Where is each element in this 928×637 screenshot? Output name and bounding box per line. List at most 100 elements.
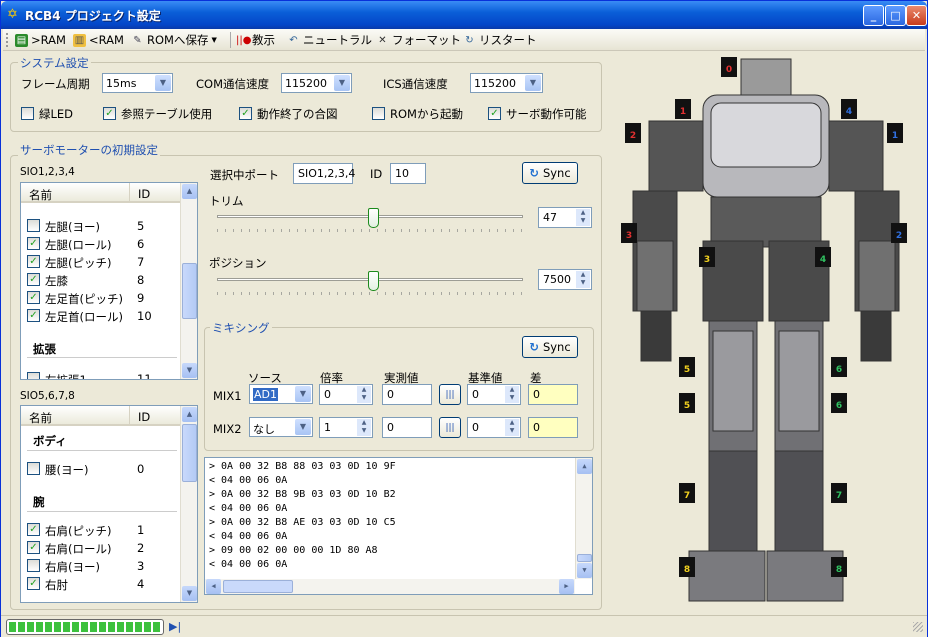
checkbox[interactable]	[27, 462, 40, 475]
slider-thumb[interactable]	[368, 208, 380, 228]
sio5-servo-list[interactable]: 名前 ID ボディ 腰(ヨー) 0 腕 ✓ 右肩(ピッチ) 1 ✓ 右肩(ロール…	[20, 405, 198, 603]
scroll-up-icon[interactable]: ▲	[577, 459, 592, 474]
format-button[interactable]: ✕ フォーマット	[376, 32, 461, 48]
mixing-sync-button[interactable]: ↻ Sync	[522, 336, 578, 358]
scroll-left-icon[interactable]: ◀	[206, 579, 221, 594]
close-button[interactable]: ✕	[906, 5, 927, 26]
scroll-down-icon[interactable]: ▼	[577, 563, 592, 578]
port-field[interactable]: SIO1,2,3,4	[293, 163, 355, 184]
servo-id-badge[interactable]: 5	[679, 393, 695, 413]
title-bar[interactable]: ✡ RCB4 プロジェクト設定 _ □ ✕	[1, 1, 927, 29]
checkbox[interactable]	[27, 372, 40, 379]
checkbox[interactable]: ✓	[239, 107, 252, 120]
spinner-arrows-icon[interactable]: ▲ ▼	[576, 271, 590, 288]
spinner-arrows-icon[interactable]: ▲ ▼	[505, 386, 519, 403]
com-speed-select[interactable]: 115200 ▼	[281, 73, 352, 93]
list2-scrollbar[interactable]: ▲ ▼	[180, 406, 197, 602]
measure-button[interactable]: |||	[439, 417, 461, 438]
ics-speed-select[interactable]: 115200 ▼	[470, 73, 543, 93]
resize-grip[interactable]	[913, 622, 923, 632]
mix-source-select[interactable]: なし ▼	[249, 417, 313, 437]
mix-measured-field[interactable]: 0	[382, 417, 432, 438]
list-item[interactable]: 左腿(ヨー) 5	[21, 217, 181, 235]
minimize-button[interactable]: _	[863, 5, 884, 26]
mix-base-spinner[interactable]: 0 ▲ ▼	[467, 417, 521, 438]
servo-id-badge[interactable]: 3	[621, 223, 637, 243]
mix-rate-spinner[interactable]: 0 ▲ ▼	[319, 384, 373, 405]
log-vscrollbar[interactable]: ▲ ▼	[575, 458, 592, 579]
servo-id-badge[interactable]: 0	[721, 57, 737, 77]
scroll-up-icon[interactable]: ▲	[182, 407, 197, 422]
play-icon[interactable]: ▶|	[169, 620, 181, 633]
servo-id-badge[interactable]: 7	[679, 483, 695, 503]
toolbar-grip[interactable]	[6, 33, 9, 47]
trim-slider[interactable]	[217, 208, 523, 234]
checkbox[interactable]: ✓	[488, 107, 501, 120]
position-slider[interactable]	[217, 271, 523, 297]
communication-log[interactable]: > 0A 00 32 B8 88 03 03 0D 10 9F < 04 00 0…	[204, 457, 593, 595]
scroll-thumb[interactable]	[223, 580, 293, 593]
id-field[interactable]: 10	[390, 163, 426, 184]
servo-id-badge[interactable]: 2	[891, 223, 907, 243]
servo-id-badge[interactable]: 2	[625, 123, 641, 143]
maximize-button[interactable]: □	[885, 5, 906, 26]
log-hscrollbar[interactable]: ◀ ▶	[205, 579, 575, 594]
frame-period-select[interactable]: 15ms ▼	[102, 73, 173, 93]
list-item[interactable]: 腰(ヨー) 0	[21, 460, 181, 478]
servo-id-badge[interactable]: 6	[831, 357, 847, 377]
measure-button[interactable]: |||	[439, 384, 461, 405]
list-item[interactable]: ✓ 右肘 4	[21, 575, 181, 593]
list-item[interactable]: 左拡張1 11	[21, 370, 181, 379]
column-id[interactable]: ID	[138, 410, 150, 424]
servo-id-badge[interactable]: 7	[831, 483, 847, 503]
checkbox[interactable]	[27, 219, 40, 232]
checkbox[interactable]: ✓	[27, 273, 40, 286]
spinner-arrows-icon[interactable]: ▲ ▼	[357, 419, 371, 436]
scroll-thumb[interactable]	[577, 554, 592, 562]
scroll-up-icon[interactable]: ▲	[182, 184, 197, 199]
spinner-arrows-icon[interactable]: ▲ ▼	[357, 386, 371, 403]
checkbox[interactable]	[372, 107, 385, 120]
checkbox[interactable]	[21, 107, 34, 120]
servo-id-badge[interactable]: 4	[841, 99, 857, 119]
list-item[interactable]: ✓ 右肩(ピッチ) 1	[21, 521, 181, 539]
column-id[interactable]: ID	[138, 187, 150, 201]
scroll-thumb[interactable]	[182, 263, 197, 319]
servo-id-badge[interactable]: 8	[831, 557, 847, 577]
checkbox[interactable]: ✓	[27, 577, 40, 590]
scroll-right-icon[interactable]: ▶	[559, 579, 574, 594]
servo-id-badge[interactable]: 8	[679, 557, 695, 577]
servo-id-badge[interactable]: 5	[679, 357, 695, 377]
slider-thumb[interactable]	[368, 271, 380, 291]
teach-button[interactable]: ||● 教示	[236, 32, 275, 48]
list-item[interactable]: ✓ 左足首(ピッチ) 9	[21, 289, 181, 307]
scroll-down-icon[interactable]: ▼	[182, 586, 197, 601]
to-ram-button[interactable]: ▤ >RAM	[15, 32, 66, 48]
list1-scrollbar[interactable]: ▲ ▼	[180, 183, 197, 379]
checkbox[interactable]: ✓	[27, 541, 40, 554]
spinner-arrows-icon[interactable]: ▲ ▼	[576, 209, 590, 226]
sync-button[interactable]: ↻ Sync	[522, 162, 578, 184]
checkbox[interactable]: ✓	[27, 237, 40, 250]
mix-source-select[interactable]: AD1 ▼	[249, 384, 313, 404]
checkbox[interactable]	[27, 559, 40, 572]
mix-measured-field[interactable]: 0	[382, 384, 432, 405]
list-item[interactable]: ✓ 右肩(ロール) 2	[21, 539, 181, 557]
servo-id-badge[interactable]: 1	[675, 99, 691, 119]
column-name[interactable]: 名前	[29, 187, 52, 203]
position-spinner[interactable]: 7500 ▲ ▼	[538, 269, 592, 290]
restart-button[interactable]: ↻ リスタート	[463, 32, 536, 48]
mix-base-spinner[interactable]: 0 ▲ ▼	[467, 384, 521, 405]
list-item[interactable]: 右肩(ヨー) 3	[21, 557, 181, 575]
spinner-arrows-icon[interactable]: ▲ ▼	[505, 419, 519, 436]
mix-rate-spinner[interactable]: 1 ▲ ▼	[319, 417, 373, 438]
servo-id-badge[interactable]: 1	[887, 123, 903, 143]
checkbox[interactable]: ✓	[27, 291, 40, 304]
sio1-servo-list[interactable]: 名前 ID 左腿(ヨー) 5 ✓ 左腿(ロール) 6 ✓ 左腿(ピッチ) 7 ✓…	[20, 182, 198, 380]
neutral-button[interactable]: ↶ ニュートラル	[287, 32, 372, 48]
trim-spinner[interactable]: 47 ▲ ▼	[538, 207, 592, 228]
rom-save-button[interactable]: ✎ ROMへ保存 ▼	[131, 32, 217, 48]
checkbox[interactable]: ✓	[27, 309, 40, 322]
servo-id-badge[interactable]: 4	[815, 247, 831, 267]
checkbox[interactable]: ✓	[27, 255, 40, 268]
